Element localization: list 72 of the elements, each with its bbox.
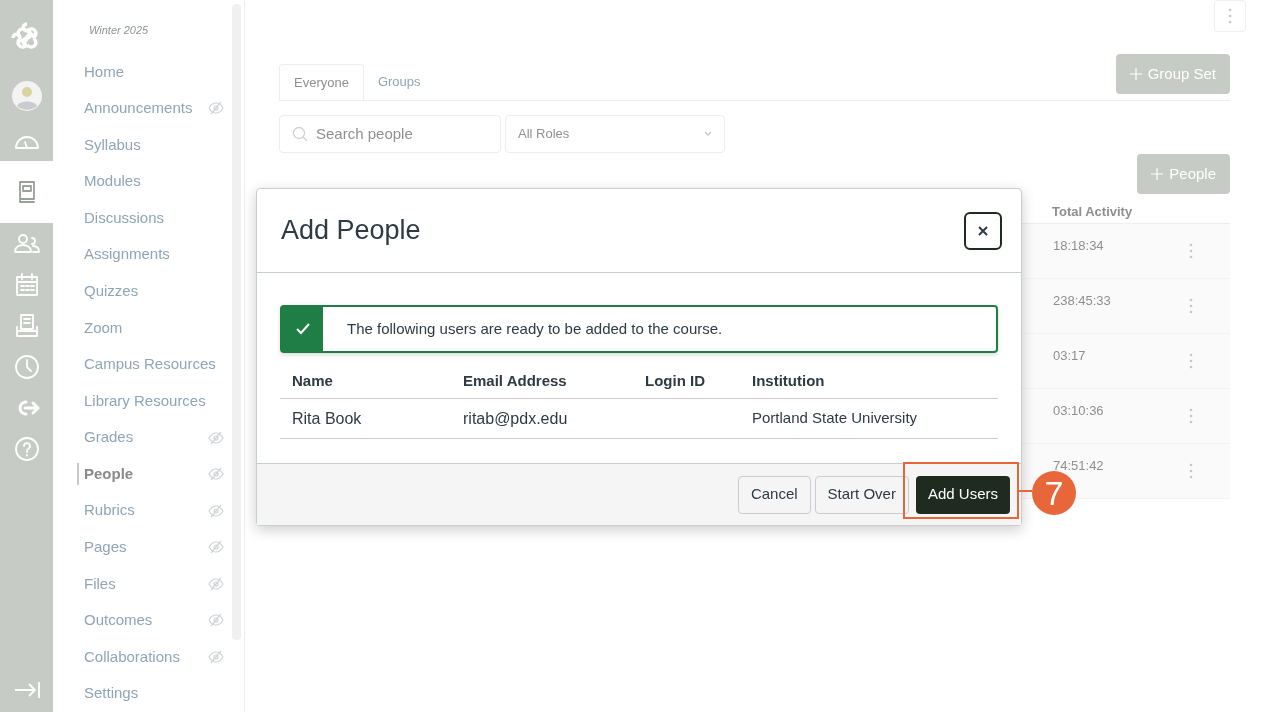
dialog-title: Add People bbox=[281, 214, 421, 248]
course-nav-link[interactable]: Grades bbox=[77, 426, 134, 449]
hidden-eye-icon bbox=[208, 612, 224, 629]
table-cell-text: 03:10:36 bbox=[1053, 402, 1104, 420]
help-icon bbox=[12, 434, 41, 463]
dialog-button[interactable]: Cancel bbox=[737, 475, 811, 514]
checkmark-icon bbox=[294, 321, 311, 337]
course-nav-link[interactable]: Assignments bbox=[77, 243, 170, 266]
more-options-icon[interactable] bbox=[1189, 463, 1193, 479]
table-cell-text: Rita Book bbox=[292, 408, 363, 429]
course-nav-link[interactable]: Syllabus bbox=[77, 133, 141, 157]
hidden-eye-icon bbox=[208, 466, 224, 483]
hidden-eye-icon bbox=[208, 429, 224, 446]
more-options-icon[interactable] bbox=[1189, 408, 1193, 424]
table-cell-text: 18:18:34 bbox=[1053, 237, 1104, 255]
course-nav-link[interactable]: Outcomes bbox=[77, 609, 153, 632]
hidden-eye-icon bbox=[208, 649, 224, 666]
close-button[interactable] bbox=[964, 211, 1002, 250]
course-nav-link[interactable]: Announcements bbox=[77, 97, 193, 120]
term-label: Winter 2025 bbox=[88, 23, 150, 38]
more-options-icon[interactable] bbox=[1228, 8, 1232, 24]
column-header: Login ID bbox=[645, 371, 706, 392]
alert-message: The following users are ready to be added to the course. bbox=[346, 318, 723, 339]
more-options-icon[interactable] bbox=[1189, 243, 1193, 259]
hidden-eye-icon bbox=[208, 575, 224, 592]
course-nav-link[interactable]: People bbox=[77, 462, 134, 486]
tab[interactable]: Groups bbox=[363, 64, 435, 100]
tab[interactable]: Everyone bbox=[279, 64, 364, 100]
more-options-icon[interactable] bbox=[1189, 353, 1193, 369]
add-people-button[interactable]: People bbox=[1137, 154, 1230, 194]
table-cell-text: ritab@pdx.edu bbox=[463, 408, 569, 429]
hidden-eye-icon bbox=[208, 100, 224, 117]
search-field[interactable]: Search people bbox=[279, 115, 501, 153]
more-options-icon[interactable] bbox=[1189, 298, 1193, 314]
table-cell-text: 238:45:33 bbox=[1053, 292, 1111, 310]
course-nav-link[interactable]: Discussions bbox=[77, 206, 165, 230]
course-nav-link[interactable]: Library Resources bbox=[77, 389, 206, 413]
step-badge: 7 bbox=[1032, 471, 1076, 515]
plus-icon bbox=[1129, 68, 1142, 80]
course-nav-link[interactable]: Campus Resources bbox=[77, 353, 216, 376]
course-nav-link[interactable]: Settings bbox=[77, 682, 139, 705]
course-nav-link[interactable]: Collaborations bbox=[77, 645, 180, 669]
course-nav-link[interactable]: Home bbox=[77, 60, 124, 84]
options-button[interactable] bbox=[1214, 0, 1246, 32]
course-nav-link[interactable]: Rubrics bbox=[77, 499, 135, 522]
table-cell-text: Portland State University bbox=[752, 408, 919, 429]
course-nav-link[interactable]: Pages bbox=[77, 536, 127, 559]
course-nav-link[interactable]: Zoom bbox=[77, 316, 123, 340]
plus-icon bbox=[1151, 168, 1164, 180]
avatar-icon[interactable] bbox=[10, 80, 43, 112]
column-header: Institution bbox=[752, 371, 826, 392]
column-header: Email Address bbox=[463, 371, 568, 392]
hidden-eye-icon bbox=[208, 539, 224, 556]
add-group-set-button[interactable]: Group Set bbox=[1115, 54, 1230, 94]
leader-line bbox=[1019, 490, 1032, 492]
role-select[interactable]: All Roles bbox=[505, 115, 725, 153]
column-header: Name bbox=[292, 371, 334, 392]
clock-icon bbox=[12, 352, 41, 381]
course-nav-link[interactable]: Quizzes bbox=[77, 280, 139, 303]
table-cell-text: 03:17 bbox=[1053, 347, 1086, 365]
dialog-button[interactable]: Start Over bbox=[814, 475, 909, 514]
column-header: Total Activity bbox=[1052, 203, 1134, 221]
search-input[interactable]: Search people bbox=[316, 122, 488, 146]
hidden-eye-icon bbox=[208, 502, 224, 519]
global-nav-item[interactable] bbox=[0, 161, 53, 223]
course-nav-link[interactable]: Files bbox=[77, 572, 116, 596]
chevron-down-icon bbox=[704, 130, 712, 138]
close-icon bbox=[977, 224, 989, 237]
course-nav-link[interactable]: Modules bbox=[77, 170, 141, 193]
add-users-button[interactable]: Add Users bbox=[915, 475, 1010, 514]
search-icon bbox=[292, 126, 308, 142]
collapse-arrow-icon[interactable] bbox=[12, 680, 41, 700]
